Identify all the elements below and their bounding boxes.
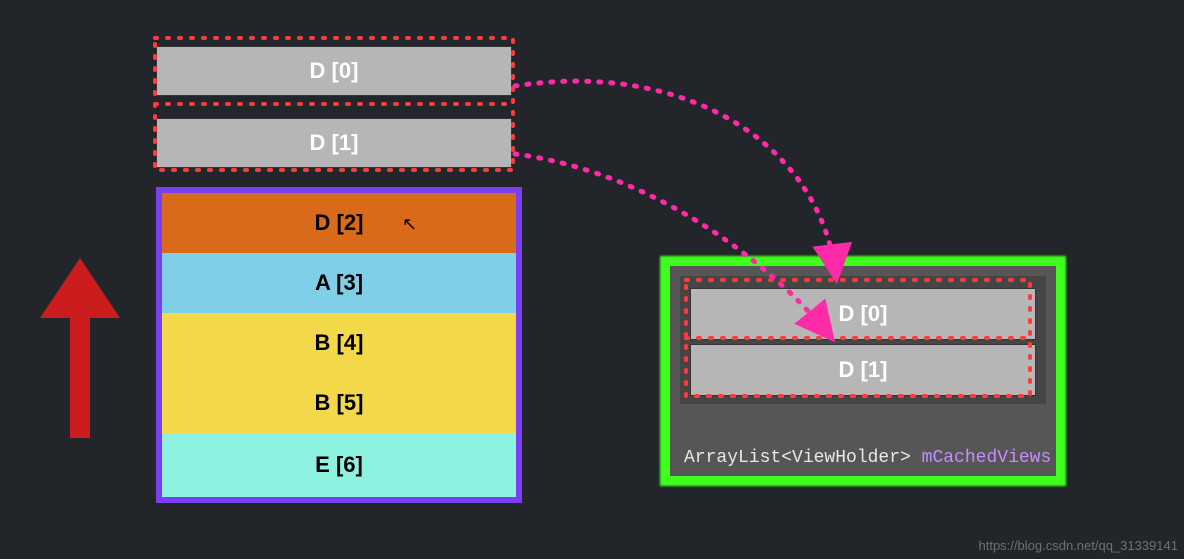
list-item-label: B [5] <box>315 390 364 416</box>
cache-item-label: D [0] <box>839 301 888 327</box>
list-item-label: A [3] <box>315 270 363 296</box>
list-item: E [6] <box>162 433 516 497</box>
cache-item-label: D [1] <box>839 357 888 383</box>
cache-item-1: D [1] <box>690 344 1036 396</box>
scrap-row-0: D [0] <box>156 46 512 96</box>
list-item-label: B [4] <box>315 330 364 356</box>
cache-item-0: D [0] <box>690 288 1036 340</box>
list-item-label: E [6] <box>315 452 363 478</box>
cache-caption: ArrayList<ViewHolder> mCachedViews <box>684 448 1051 468</box>
cache-type-text: ArrayList<ViewHolder> <box>684 448 911 468</box>
recycler-viewport: D [2] A [3] B [4] B [5] E [6] <box>156 187 522 503</box>
list-item: D [2] <box>162 193 516 254</box>
cache-inner: D [0] D [1] <box>680 276 1046 404</box>
list-item-label: D [2] <box>315 210 364 236</box>
diagram-canvas: D [0] D [1] D [2] A [3] B [4] B [5] E [6… <box>0 0 1184 559</box>
list-item: A [3] <box>162 253 516 314</box>
list-item: B [5] <box>162 373 516 434</box>
scrap-row-label: D [1] <box>310 130 359 156</box>
scrap-row-label: D [0] <box>310 58 359 84</box>
scrap-row-1: D [1] <box>156 118 512 168</box>
watermark-text: https://blog.csdn.net/qq_31339141 <box>979 538 1179 553</box>
list-item: B [4] <box>162 313 516 374</box>
scroll-up-arrow-icon <box>40 258 120 438</box>
cache-field-name: mCachedViews <box>922 448 1052 468</box>
cache-container: D [0] D [1] ArrayList<ViewHolder> mCache… <box>662 258 1064 484</box>
cursor-icon: ↖ <box>402 214 417 235</box>
